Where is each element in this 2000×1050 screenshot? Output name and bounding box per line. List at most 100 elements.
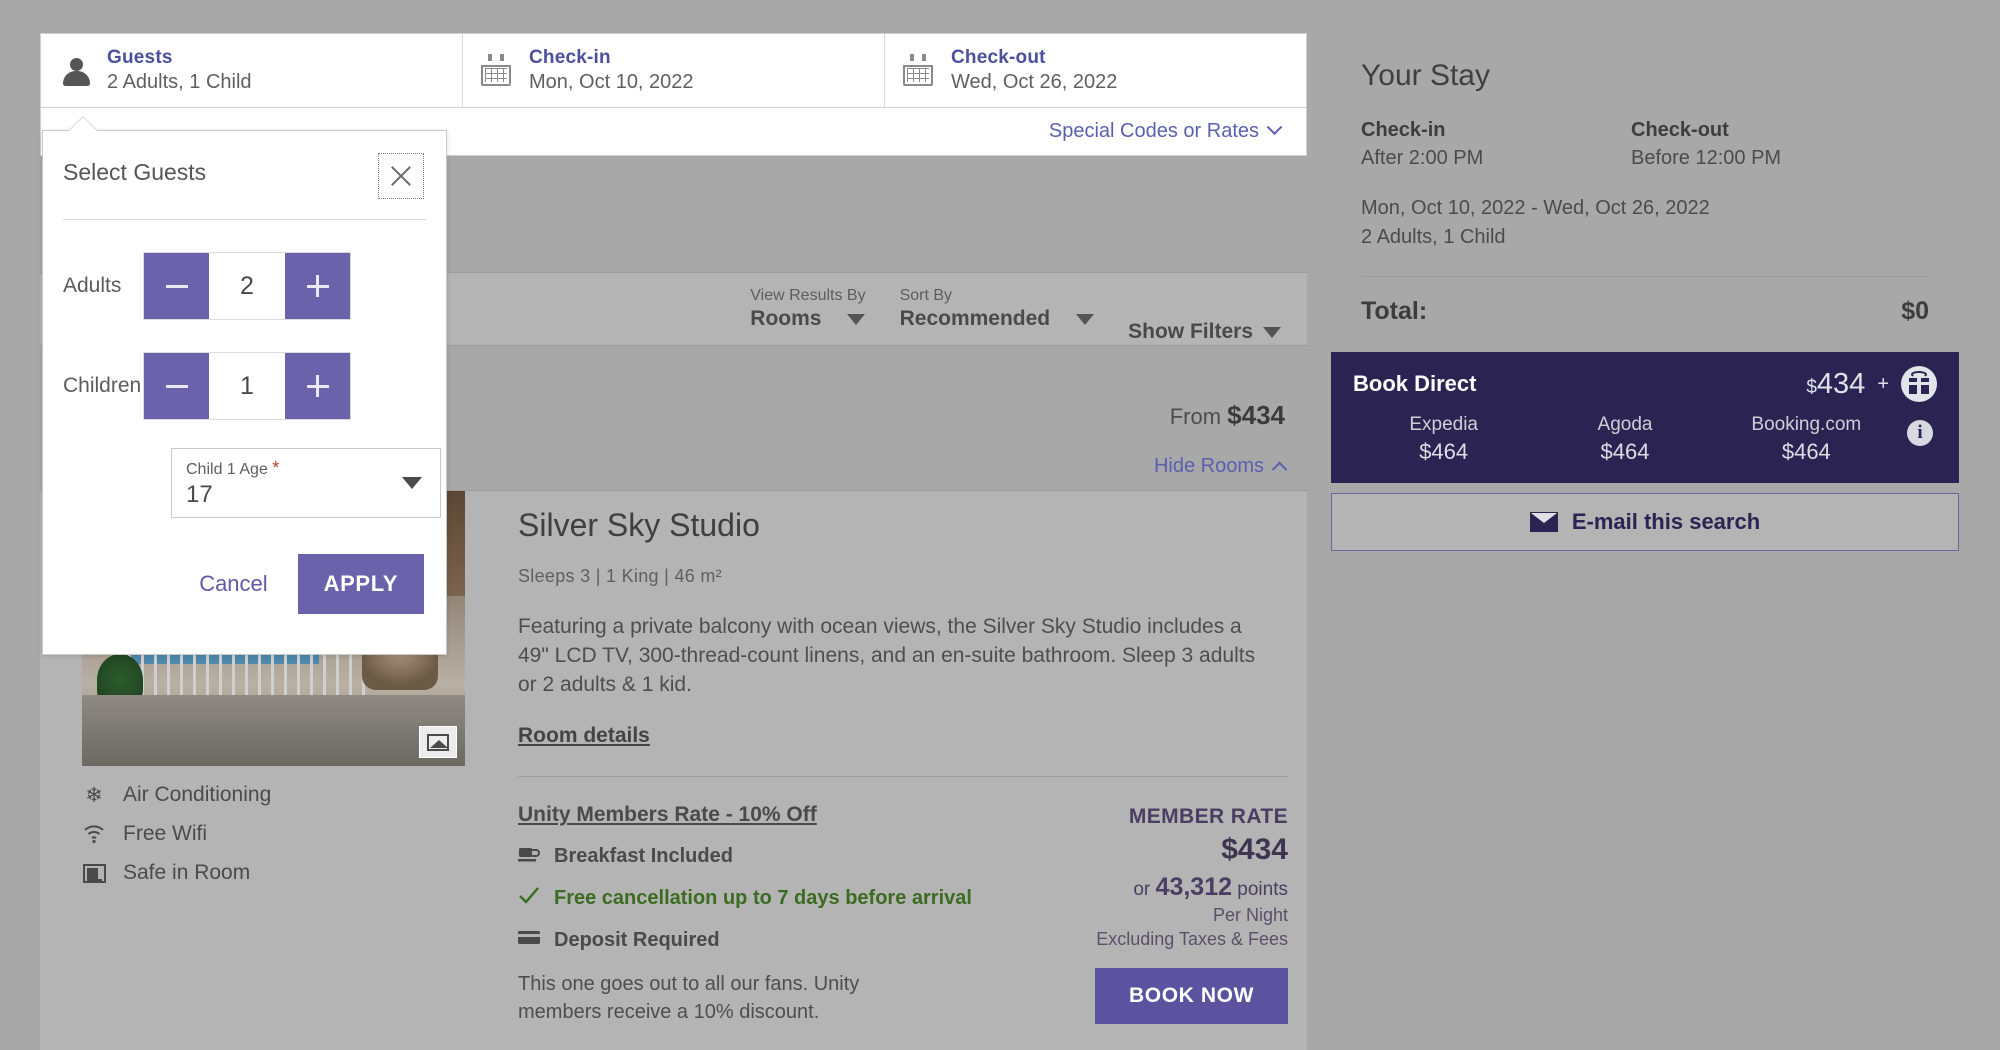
close-icon[interactable] (378, 153, 424, 199)
cancel-button[interactable]: Cancel (199, 571, 267, 597)
amenity-label: Air Conditioning (123, 783, 271, 807)
checkout-field-value: Wed, Oct 26, 2022 (951, 71, 1117, 94)
property-from-price: From $434 (1170, 400, 1285, 431)
guests-field-value: 2 Adults, 1 Child (107, 71, 252, 94)
rate-points: or 43,312 points (998, 873, 1288, 902)
list-item: Free Wifi (82, 822, 271, 846)
ota-price: Booking.com $464 (1716, 414, 1897, 465)
adults-label: Adults (63, 274, 143, 298)
rate-feature-label: Free cancellation up to 7 days before ar… (554, 887, 972, 910)
credit-card-icon (518, 929, 540, 952)
adults-value[interactable]: 2 (209, 253, 285, 319)
envelope-icon (1530, 512, 1558, 532)
caret-down-icon (402, 477, 422, 489)
adults-increment-button[interactable] (285, 253, 350, 319)
ota-value: $464 (1353, 439, 1534, 465)
checkout-field-label: Check-out (951, 47, 1117, 69)
select-guests-modal: Select Guests Adults 2 Children 1 Child … (42, 130, 447, 655)
points-value: 43,312 (1156, 873, 1232, 901)
your-stay-title: Your Stay (1361, 59, 1929, 93)
calendar-icon (481, 54, 515, 88)
apply-button[interactable]: APPLY (298, 554, 424, 614)
excluding-taxes-label: Excluding Taxes & Fees (998, 929, 1288, 950)
hide-rooms-toggle[interactable]: Hide Rooms (1154, 455, 1285, 478)
search-bar: Guests 2 Adults, 1 Child Check-in Mon, O… (40, 33, 1307, 108)
ota-price: Agoda $464 (1534, 414, 1715, 465)
sort-by-dropdown[interactable]: Sort By Recommended (900, 287, 1095, 331)
children-increment-button[interactable] (285, 353, 350, 419)
checkin-field[interactable]: Check-in Mon, Oct 10, 2022 (463, 34, 885, 107)
points-suffix: points (1232, 879, 1288, 900)
special-codes-toggle[interactable]: Special Codes or Rates (1049, 120, 1280, 143)
stay-date-range: Mon, Oct 10, 2022 - Wed, Oct 26, 2022 (1361, 194, 1929, 223)
children-decrement-button[interactable] (144, 353, 209, 419)
stay-checkin-time: After 2:00 PM (1361, 147, 1631, 170)
child-age-label: Child 1 Age (186, 461, 268, 478)
rate-name-link[interactable]: Unity Members Rate - 10% Off (518, 803, 817, 826)
view-results-by-caption: View Results By (750, 287, 865, 305)
person-icon (59, 54, 93, 88)
caret-down-icon (1263, 327, 1281, 338)
view-results-by-value: Rooms (750, 307, 821, 331)
points-prefix: or (1133, 879, 1155, 900)
checkin-field-label: Check-in (529, 47, 694, 69)
adults-decrement-button[interactable] (144, 253, 209, 319)
hide-rooms-label: Hide Rooms (1154, 455, 1264, 478)
rate-feature: Deposit Required (518, 929, 998, 952)
sort-by-value: Recommended (900, 307, 1051, 331)
room-details-link[interactable]: Room details (518, 724, 650, 748)
adults-stepper-row: Adults 2 (43, 252, 446, 320)
book-direct-currency: $ (1806, 377, 1817, 398)
ota-price: Expedia $464 (1353, 414, 1534, 465)
book-direct-plus: + (1877, 373, 1889, 396)
member-rate-label: MEMBER RATE (998, 805, 1288, 829)
view-results-by-dropdown[interactable]: View Results By Rooms (750, 287, 865, 331)
book-direct-panel: Book Direct $434 + Expedia $464 Agoda $4… (1331, 352, 1959, 483)
ota-name: Agoda (1534, 414, 1715, 436)
checkout-field[interactable]: Check-out Wed, Oct 26, 2022 (885, 34, 1306, 107)
info-icon[interactable]: i (1907, 420, 1933, 446)
from-price-value: $434 (1227, 400, 1285, 430)
caret-down-icon (1076, 314, 1094, 325)
chevron-down-icon (1267, 119, 1283, 135)
guests-field[interactable]: Guests 2 Adults, 1 Child (41, 34, 463, 107)
room-amenities-list: ❄ Air Conditioning Free Wifi (82, 783, 271, 885)
stay-total-value: $0 (1901, 297, 1929, 326)
caret-down-icon (847, 314, 865, 325)
child-1-age-select[interactable]: Child 1 Age * 17 (171, 448, 441, 518)
book-now-button[interactable]: BOOK NOW (1095, 968, 1288, 1024)
ota-value: $464 (1534, 439, 1715, 465)
rate-feature-label: Breakfast Included (554, 845, 733, 868)
stay-checkin-label: Check-in (1361, 119, 1631, 142)
sort-by-caption: Sort By (900, 287, 1095, 305)
book-direct-label: Book Direct (1353, 371, 1476, 397)
coffee-cup-icon (518, 845, 540, 869)
photo-gallery-icon[interactable] (419, 726, 457, 758)
children-stepper-row: Children 1 (43, 352, 446, 420)
book-direct-price: 434 (1817, 368, 1865, 400)
safe-icon (82, 861, 106, 885)
children-value[interactable]: 1 (209, 353, 285, 419)
rate-feature: Breakfast Included (518, 845, 998, 869)
child-age-value: 17 (186, 481, 426, 509)
checkin-field-value: Mon, Oct 10, 2022 (529, 71, 694, 94)
show-filters-label: Show Filters (1128, 320, 1253, 344)
ota-value: $464 (1716, 439, 1897, 465)
guests-field-label: Guests (107, 47, 252, 69)
special-codes-label: Special Codes or Rates (1049, 120, 1259, 143)
room-info: Silver Sky Studio Sleeps 3 | 1 King | 46… (518, 507, 1288, 1026)
chevron-up-icon (1272, 462, 1288, 478)
stay-total-label: Total: (1361, 297, 1427, 326)
required-marker: * (272, 458, 279, 478)
email-this-search-button[interactable]: E-mail this search (1331, 493, 1959, 551)
children-label: Children (63, 374, 143, 398)
stay-checkout-label: Check-out (1631, 119, 1901, 142)
calendar-icon (903, 54, 937, 88)
stay-guests: 2 Adults, 1 Child (1361, 223, 1929, 252)
amenity-label: Safe in Room (123, 861, 250, 885)
list-item: Safe in Room (82, 861, 271, 885)
adults-stepper: 2 (143, 252, 351, 320)
show-filters-button[interactable]: Show Filters (1128, 320, 1281, 345)
check-icon (518, 887, 540, 911)
amenity-label: Free Wifi (123, 822, 207, 846)
